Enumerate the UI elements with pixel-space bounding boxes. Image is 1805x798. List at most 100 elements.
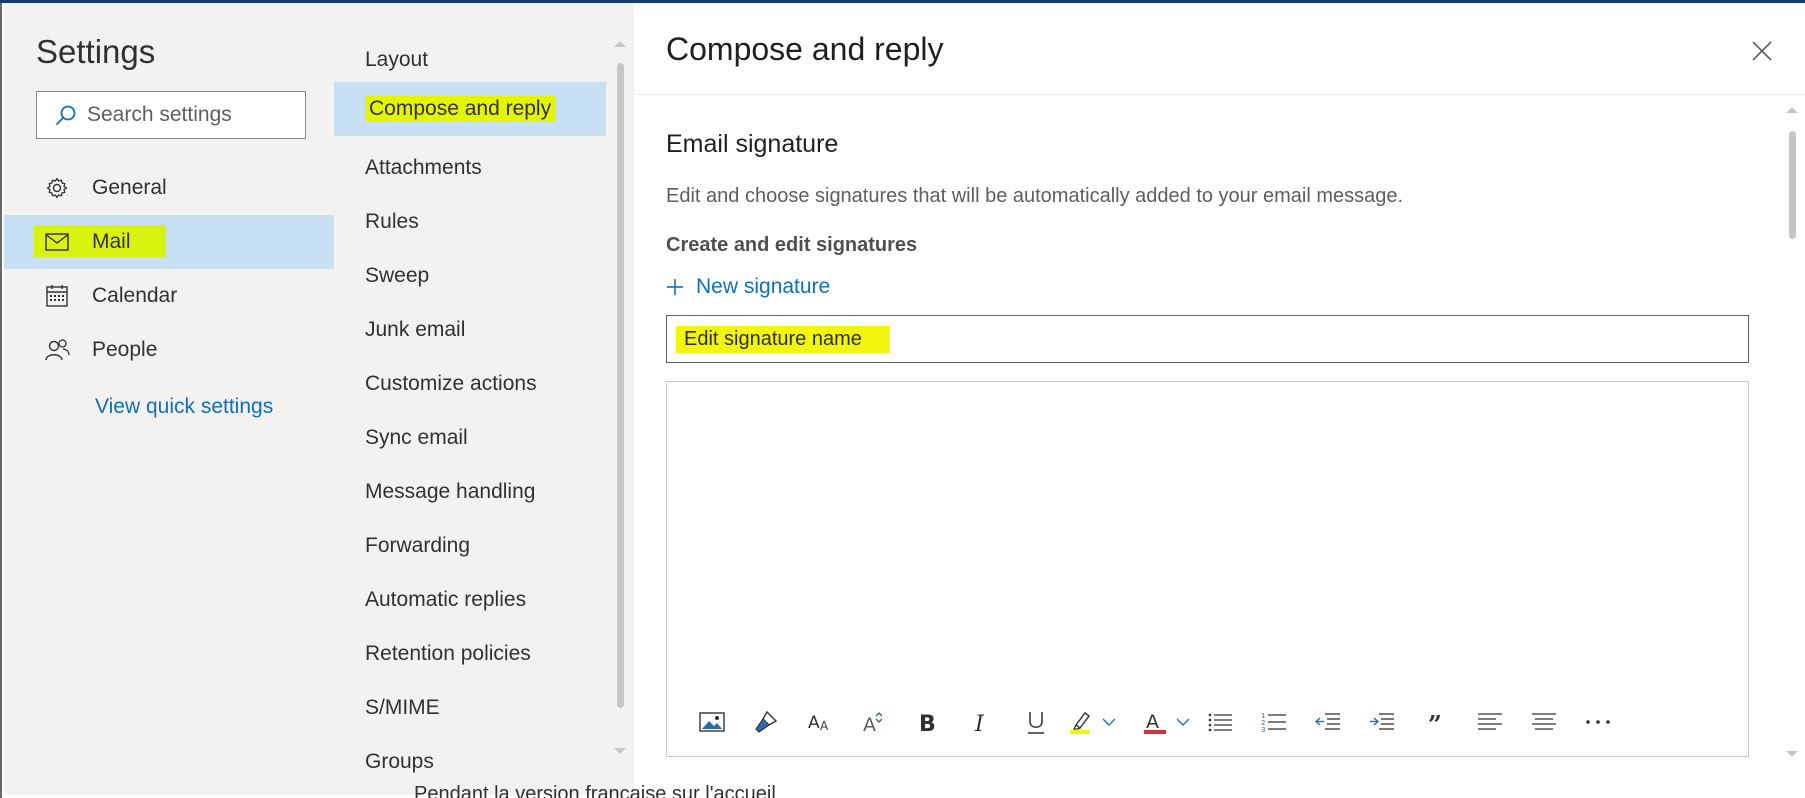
view-quick-settings-link[interactable]: View quick settings: [95, 395, 273, 419]
align-left-icon: [1478, 713, 1502, 730]
category-general[interactable]: General: [4, 161, 334, 215]
menu-item-label: Compose and reply: [365, 96, 556, 122]
grow-font-icon: A: [863, 712, 883, 735]
align-left-button[interactable]: [1463, 700, 1517, 744]
menu-item-layout[interactable]: Layout: [334, 33, 606, 87]
content-scroll-up-arrow[interactable]: [1786, 107, 1798, 113]
more-options-button[interactable]: [1571, 700, 1625, 744]
svg-text:A: A: [1146, 711, 1159, 733]
plus-icon: [667, 279, 683, 295]
font-color-icon: A: [1137, 700, 1173, 744]
mail-settings-menu: Layout Compose and reply Attachments Rul…: [334, 3, 634, 795]
menu-item-sync-email[interactable]: Sync email: [334, 411, 606, 465]
people-icon: [42, 338, 72, 362]
category-calendar[interactable]: Calendar: [4, 269, 334, 323]
new-signature-button[interactable]: New signature: [666, 275, 830, 299]
align-center-button[interactable]: [1517, 700, 1571, 744]
numbering-button[interactable]: 1 2 3: [1247, 700, 1301, 744]
content-title: Compose and reply: [666, 31, 944, 67]
mail-icon: [42, 233, 72, 251]
category-people[interactable]: People: [4, 323, 334, 377]
section-description: Edit and choose signatures that will be …: [666, 185, 1404, 207]
menu-item-compose-and-reply[interactable]: Compose and reply: [334, 82, 606, 136]
svg-text:I: I: [974, 712, 985, 734]
subsection-title: Create and edit signatures: [666, 234, 918, 256]
decrease-indent-icon: [1315, 713, 1340, 730]
search-input[interactable]: [87, 103, 287, 127]
increase-indent-icon: [1370, 713, 1394, 730]
underline-button[interactable]: [1009, 700, 1063, 744]
format-painter-icon: [755, 710, 778, 733]
quote-icon: ”: [1428, 711, 1442, 733]
menu-item-message-handling[interactable]: Message handling: [334, 465, 606, 519]
font-size-button[interactable]: A A: [793, 700, 847, 744]
search-settings-box[interactable]: [36, 91, 306, 139]
menu-item-retention-policies[interactable]: Retention policies: [334, 627, 606, 681]
decrease-indent-button[interactable]: [1301, 700, 1355, 744]
settings-content-pane: Compose and reply Email signature Edit a…: [634, 3, 1805, 795]
category-label: Calendar: [92, 284, 178, 307]
format-painter-button[interactable]: [739, 700, 793, 744]
new-signature-label: New signature: [696, 275, 831, 298]
close-button[interactable]: [1742, 31, 1782, 71]
header-divider: [634, 94, 1805, 95]
menu-item-smime[interactable]: S/MIME: [334, 681, 606, 735]
align-center-icon: [1532, 713, 1556, 730]
category-mail[interactable]: Mail: [4, 215, 334, 269]
content-scroll-down-arrow[interactable]: [1786, 751, 1798, 757]
menu-item-customize-actions[interactable]: Customize actions: [334, 357, 606, 411]
menu-item-sweep[interactable]: Sweep: [334, 249, 606, 303]
formatting-toolbar: A A A B I A 1 2 3 ”: [685, 700, 1625, 744]
numbering-icon: 1 2 3: [1261, 712, 1286, 734]
svg-text:A: A: [863, 714, 876, 735]
menu-item-attachments[interactable]: Attachments: [334, 141, 606, 195]
chevron-down-icon[interactable]: [1099, 700, 1119, 744]
menu-item-automatic-replies[interactable]: Automatic replies: [334, 573, 606, 627]
menu-scroll-up-arrow[interactable]: [614, 41, 626, 47]
font-color-button[interactable]: A: [1137, 700, 1193, 744]
category-label: General: [92, 176, 167, 199]
settings-dialog: Settings General: [0, 3, 1805, 798]
category-label: Mail: [92, 230, 131, 253]
bullets-icon: [1208, 713, 1232, 732]
highlight-icon: [1063, 700, 1099, 744]
svg-text:”: ”: [1428, 711, 1442, 733]
menu-item-rules[interactable]: Rules: [334, 195, 606, 249]
grow-font-button[interactable]: A: [847, 700, 901, 744]
italic-icon: I: [974, 712, 985, 734]
background-text-peek: Pendant la version française sur l'accue…: [414, 783, 776, 798]
menu-item-junk-email[interactable]: Junk email: [334, 303, 606, 357]
calendar-icon: [42, 284, 72, 308]
section-title: Email signature: [666, 130, 839, 158]
category-label: People: [92, 338, 158, 361]
chevron-down-icon[interactable]: [1173, 700, 1193, 744]
svg-text:A: A: [808, 713, 820, 733]
svg-text:A: A: [820, 719, 829, 733]
insert-picture-icon: [699, 712, 725, 732]
settings-title: Settings: [36, 33, 156, 70]
close-icon: [1752, 41, 1772, 61]
menu-item-groups[interactable]: Groups: [334, 735, 606, 789]
search-icon: [56, 105, 76, 125]
underline-icon: [1028, 712, 1044, 734]
menu-scroll-down-arrow[interactable]: [614, 748, 626, 754]
gear-icon: [42, 176, 72, 200]
content-scrollbar-thumb[interactable]: [1789, 131, 1796, 239]
settings-categories-pane: Settings General: [4, 3, 334, 795]
signature-name-input[interactable]: [676, 325, 890, 353]
svg-text:B: B: [919, 712, 936, 734]
bold-icon: B: [919, 712, 936, 734]
italic-button[interactable]: I: [955, 700, 1009, 744]
bold-button[interactable]: B: [901, 700, 955, 744]
menu-item-forwarding[interactable]: Forwarding: [334, 519, 606, 573]
menu-scrollbar-thumb[interactable]: [617, 63, 624, 708]
insert-picture-button[interactable]: [685, 700, 739, 744]
highlight-button[interactable]: [1063, 700, 1119, 744]
signature-editor[interactable]: A A A B I A 1 2 3 ”: [666, 381, 1749, 757]
signature-name-field[interactable]: [666, 315, 1749, 363]
quote-button[interactable]: ”: [1409, 700, 1463, 744]
font-size-icon: A A: [808, 713, 829, 733]
increase-indent-button[interactable]: [1355, 700, 1409, 744]
more-options-icon: [1586, 720, 1610, 724]
bullets-button[interactable]: [1193, 700, 1247, 744]
